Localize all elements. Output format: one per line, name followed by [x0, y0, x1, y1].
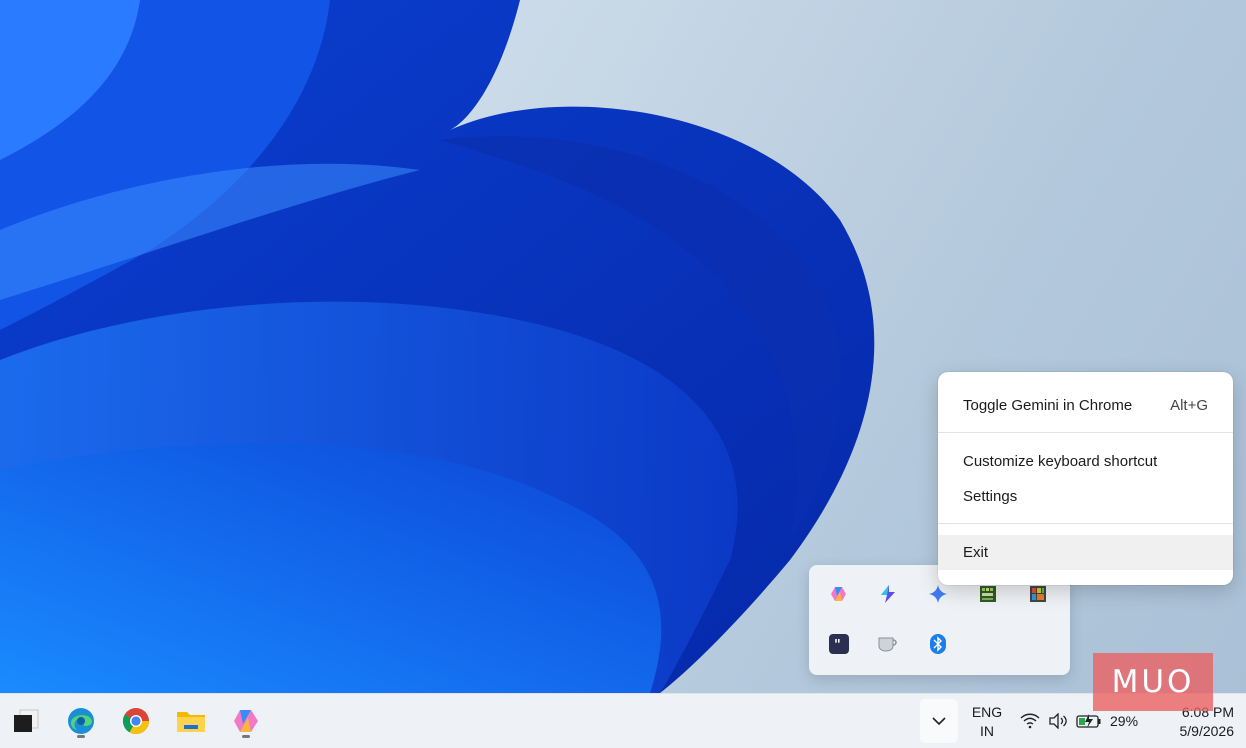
- menu-item-label: Toggle Gemini in Chrome: [963, 397, 1133, 414]
- battery-percent: 29%: [1110, 713, 1139, 729]
- clock-date: 5/9/2026: [1179, 723, 1235, 739]
- svg-text:": ": [834, 638, 841, 653]
- volume-icon: [1049, 713, 1067, 729]
- quote-app-icon[interactable]: ": [825, 630, 853, 658]
- menu-item-settings[interactable]: Settings: [938, 479, 1233, 514]
- wifi-icon: [1020, 713, 1040, 729]
- menu-separator: [938, 523, 1233, 524]
- menu-item-label: Settings: [963, 488, 1018, 505]
- language-region: IN: [980, 723, 994, 739]
- menu-separator: [938, 432, 1233, 433]
- menu-item-label: Customize keyboard shortcut: [963, 453, 1158, 470]
- menu-item-shortcut: Alt+G: [1170, 397, 1208, 414]
- taskbar: ENG IN 29% 6:08 PM 5/9/2026: [0, 693, 1246, 748]
- file-explorer-button[interactable]: [172, 702, 210, 740]
- language-indicator[interactable]: ENG IN: [966, 703, 1008, 741]
- copilot-icon: [234, 710, 258, 732]
- chrome-icon: [122, 708, 150, 735]
- edge-button[interactable]: [62, 702, 100, 740]
- context-menu: Toggle Gemini in Chrome Alt+G Customize …: [938, 372, 1233, 585]
- watermark-logo: MUO: [1093, 653, 1213, 711]
- show-hidden-icons-button[interactable]: [920, 699, 958, 743]
- bluetooth-icon[interactable]: [924, 630, 952, 658]
- task-view-icon: [14, 709, 39, 732]
- running-indicator: [77, 735, 85, 738]
- language-code: ENG: [971, 704, 1003, 720]
- coffee-cup-icon[interactable]: [874, 630, 902, 658]
- copilot-button[interactable]: [227, 702, 265, 740]
- file-explorer-icon: [177, 712, 205, 732]
- power-automate-icon[interactable]: [874, 580, 902, 608]
- chevron-down-icon: [932, 716, 946, 725]
- copilot-icon[interactable]: [825, 580, 853, 608]
- menu-item-toggle-gemini[interactable]: Toggle Gemini in Chrome Alt+G: [938, 388, 1233, 423]
- running-indicator: [242, 735, 250, 738]
- menu-item-label: Exit: [963, 544, 989, 561]
- chrome-button[interactable]: [117, 702, 155, 740]
- menu-item-exit[interactable]: Exit: [938, 535, 1233, 570]
- task-view-button[interactable]: [6, 702, 44, 740]
- battery-charging-icon: [1076, 714, 1101, 728]
- menu-item-customize-shortcut[interactable]: Customize keyboard shortcut: [938, 444, 1233, 479]
- edge-icon: [68, 708, 94, 734]
